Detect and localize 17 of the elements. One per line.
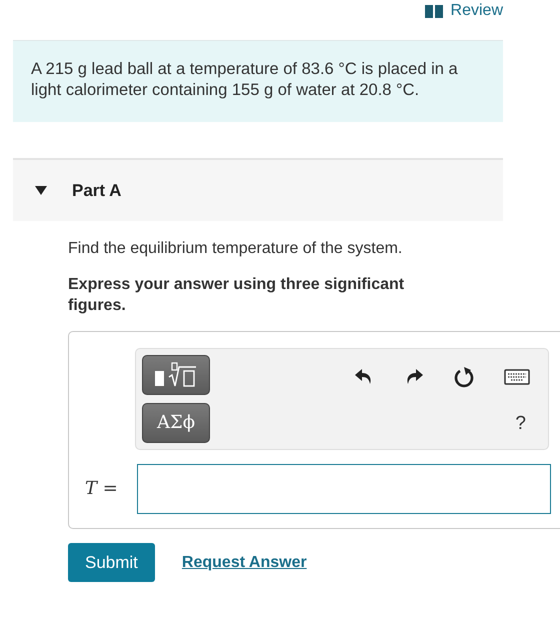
part-header[interactable]: Part A	[13, 158, 503, 222]
book-icon	[424, 4, 443, 18]
request-answer-link[interactable]: Request Answer	[182, 550, 307, 575]
instruction-text: Express your answer using three significant figures.	[68, 275, 406, 316]
review-link[interactable]: Review	[424, 0, 503, 22]
submit-button[interactable]: Submit	[68, 542, 155, 582]
problem-text: A 215 g lead ball at a temperature of 83.6 °C is placed in a light calorimeter containing 155 g of water at 20.8 °C.	[31, 60, 458, 99]
template-button[interactable]	[142, 354, 210, 395]
reset-button[interactable]	[454, 364, 474, 389]
part-title: Part A	[72, 180, 122, 202]
answer-label: T =	[85, 477, 119, 502]
symbols-button[interactable]: ΑΣϕ	[142, 402, 210, 443]
answer-field[interactable]	[137, 464, 551, 514]
question-text: Find the equilibrium temperature of the system.	[68, 239, 404, 260]
help-button[interactable]: ?	[515, 410, 526, 439]
keyboard-icon	[504, 368, 530, 385]
reset-icon	[454, 366, 474, 388]
